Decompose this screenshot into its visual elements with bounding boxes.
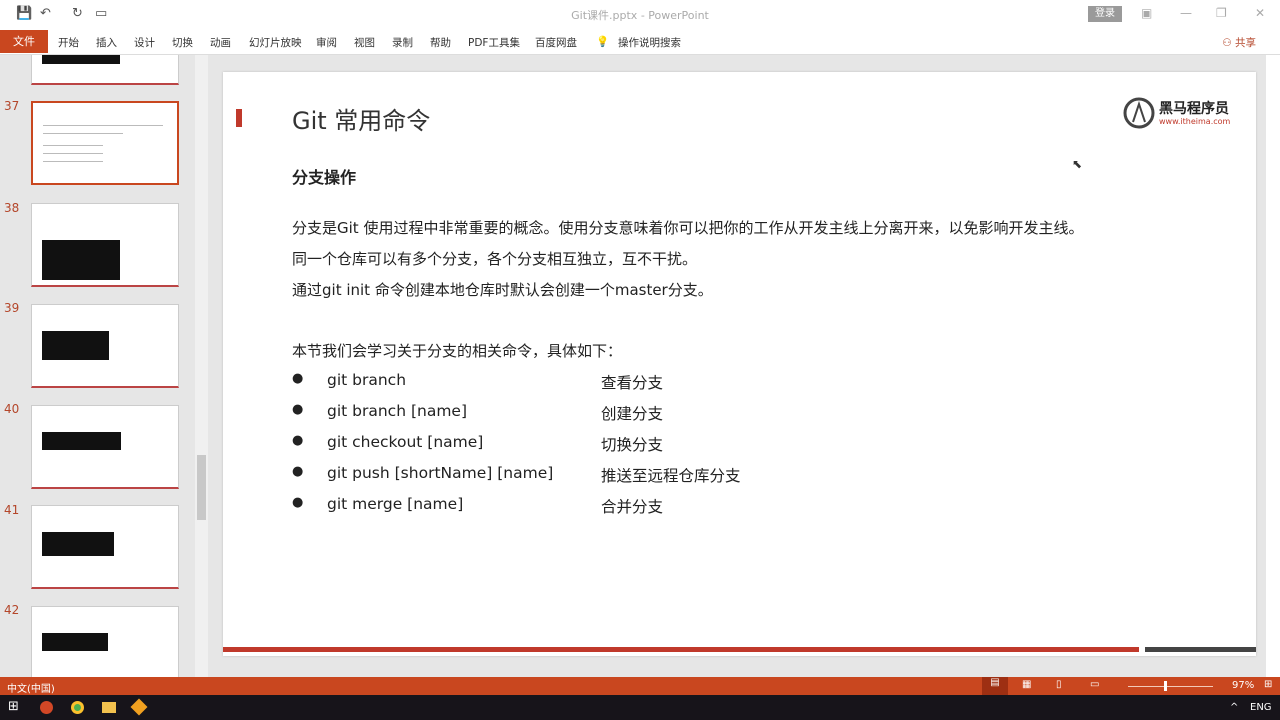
app-icon[interactable] <box>130 698 148 716</box>
command-description[interactable]: 切换分支 <box>601 433 663 455</box>
title-marker <box>236 109 242 127</box>
tab-insert[interactable]: 插入 <box>96 35 117 50</box>
slide-thumbnail[interactable] <box>31 55 179 85</box>
slide-sorter-icon[interactable]: ▦ <box>1022 679 1031 690</box>
sign-in-button[interactable]: 登录 <box>1088 6 1122 22</box>
slide-thumbnail[interactable] <box>31 405 179 489</box>
itheima-logo: 黑马程序员 www.itheima.com <box>1123 96 1233 130</box>
tab-slideshow[interactable]: 幻灯片放映 <box>249 35 302 50</box>
mouse-cursor: ⬉ <box>1072 157 1083 171</box>
lightbulb-icon: 💡 <box>596 36 610 48</box>
slide-number: 38 <box>4 201 20 215</box>
section-heading[interactable]: 分支操作 <box>292 164 356 188</box>
minimize-button[interactable]: — <box>1180 6 1192 20</box>
slideshow-icon[interactable]: ▭ <box>1090 679 1099 690</box>
paragraph-line[interactable]: 通过git init 命令创建本地仓库时默认会创建一个master分支。 <box>292 279 713 300</box>
slide-number: 41 <box>4 503 20 517</box>
tab-transitions[interactable]: 切换 <box>172 35 193 50</box>
slide-number: 37 <box>4 99 20 113</box>
slide-thumbnail-selected[interactable] <box>31 101 179 185</box>
slide-canvas[interactable]: Git 常用命令 黑马程序员 www.itheima.com 分支操作 分支是G… <box>223 72 1256 656</box>
command-description[interactable]: 合并分支 <box>601 495 663 517</box>
slide-title[interactable]: Git 常用命令 <box>292 101 430 136</box>
thumbnail-scrollbar[interactable] <box>195 55 208 677</box>
footer-dark-bar <box>1145 647 1256 652</box>
title-bar: 💾 ↶ ↻ ▭ Git课件.pptx - PowerPoint 登录 ▣ — ❐… <box>0 0 1280 28</box>
restore-button[interactable]: ❐ <box>1216 6 1227 20</box>
slide-thumbnail[interactable] <box>31 505 179 589</box>
command-text[interactable]: git merge [name] <box>327 495 463 513</box>
language-indicator[interactable]: 中文(中国) <box>7 680 55 695</box>
chevron-up-icon[interactable]: ^ <box>1230 702 1238 713</box>
close-button[interactable]: ✕ <box>1255 6 1265 20</box>
tab-file[interactable]: 文件 <box>0 30 48 53</box>
command-text[interactable]: git branch <box>327 371 406 389</box>
bullet-icon: ● <box>292 433 304 448</box>
file-explorer-icon[interactable] <box>102 702 116 713</box>
tab-home[interactable]: 开始 <box>58 35 79 50</box>
reading-view-icon[interactable]: ▯ <box>1056 679 1062 690</box>
slide-number: 40 <box>4 402 20 416</box>
tell-me-search[interactable]: 操作说明搜索 <box>618 35 681 50</box>
zoom-slider-thumb[interactable] <box>1164 681 1168 691</box>
slide-thumbnail[interactable] <box>31 606 179 677</box>
footer-red-bar <box>223 647 1139 652</box>
slide-thumbnail[interactable] <box>31 304 179 388</box>
command-description[interactable]: 创建分支 <box>601 402 663 424</box>
zoom-level[interactable]: 97% <box>1232 680 1254 691</box>
paragraph-line[interactable]: 分支是Git 使用过程中非常重要的概念。使用分支意味着你可以把你的工作从开发主线… <box>292 217 1083 238</box>
paragraph-line[interactable]: 同一个仓库可以有多个分支，各个分支相互独立，互不干扰。 <box>292 248 697 269</box>
normal-view-icon[interactable]: ▤ <box>982 677 1008 695</box>
slide-number: 42 <box>4 603 20 617</box>
input-language[interactable]: ENG <box>1250 702 1272 713</box>
tab-review[interactable]: 审阅 <box>316 35 337 50</box>
bullet-icon: ● <box>292 464 304 479</box>
zoom-slider[interactable] <box>1128 686 1213 687</box>
command-text[interactable]: git branch [name] <box>327 402 467 420</box>
slide-scrollbar[interactable] <box>1266 55 1280 677</box>
share-button[interactable]: ⚇ 共享 <box>1222 35 1256 50</box>
bullet-icon: ● <box>292 402 304 417</box>
chrome-icon[interactable] <box>71 701 84 714</box>
tab-help[interactable]: 帮助 <box>430 35 451 50</box>
fit-to-window-icon[interactable]: ⊞ <box>1264 679 1272 690</box>
command-description[interactable]: 查看分支 <box>601 371 663 393</box>
tab-view[interactable]: 视图 <box>354 35 375 50</box>
windows-start-icon[interactable]: ⊞ <box>8 699 19 714</box>
command-text[interactable]: git checkout [name] <box>327 433 483 451</box>
powerpoint-icon[interactable] <box>40 701 53 714</box>
scrollbar-thumb[interactable] <box>197 455 206 520</box>
tab-pdf-tools[interactable]: PDF工具集 <box>468 35 520 50</box>
tab-design[interactable]: 设计 <box>134 35 155 50</box>
status-bar: 中文(中国) ▤ ▦ ▯ ▭ 97% ⊞ <box>0 677 1280 695</box>
taskbar: ⊞ ^ ENG <box>0 695 1280 720</box>
ribbon-tabs: 文件 开始 插入 设计 切换 动画 幻灯片放映 审阅 视图 录制 帮助 PDF工… <box>0 28 1280 55</box>
slide-thumbnail[interactable] <box>31 203 179 287</box>
bullet-icon: ● <box>292 371 304 386</box>
command-text[interactable]: git push [shortName] [name] <box>327 464 553 482</box>
slide-thumbnail-pane: 37 38 39 40 41 42 <box>0 55 210 677</box>
command-description[interactable]: 推送至远程仓库分支 <box>601 464 741 486</box>
bullet-icon: ● <box>292 495 304 510</box>
tab-animations[interactable]: 动画 <box>210 35 231 50</box>
ribbon-display-icon[interactable]: ▣ <box>1141 6 1152 20</box>
list-intro[interactable]: 本节我们会学习关于分支的相关命令，具体如下： <box>292 340 622 361</box>
tab-baidu-netdisk[interactable]: 百度网盘 <box>535 35 577 50</box>
slide-number: 39 <box>4 301 20 315</box>
tab-record[interactable]: 录制 <box>392 35 413 50</box>
person-icon: ⚇ <box>1222 37 1235 49</box>
